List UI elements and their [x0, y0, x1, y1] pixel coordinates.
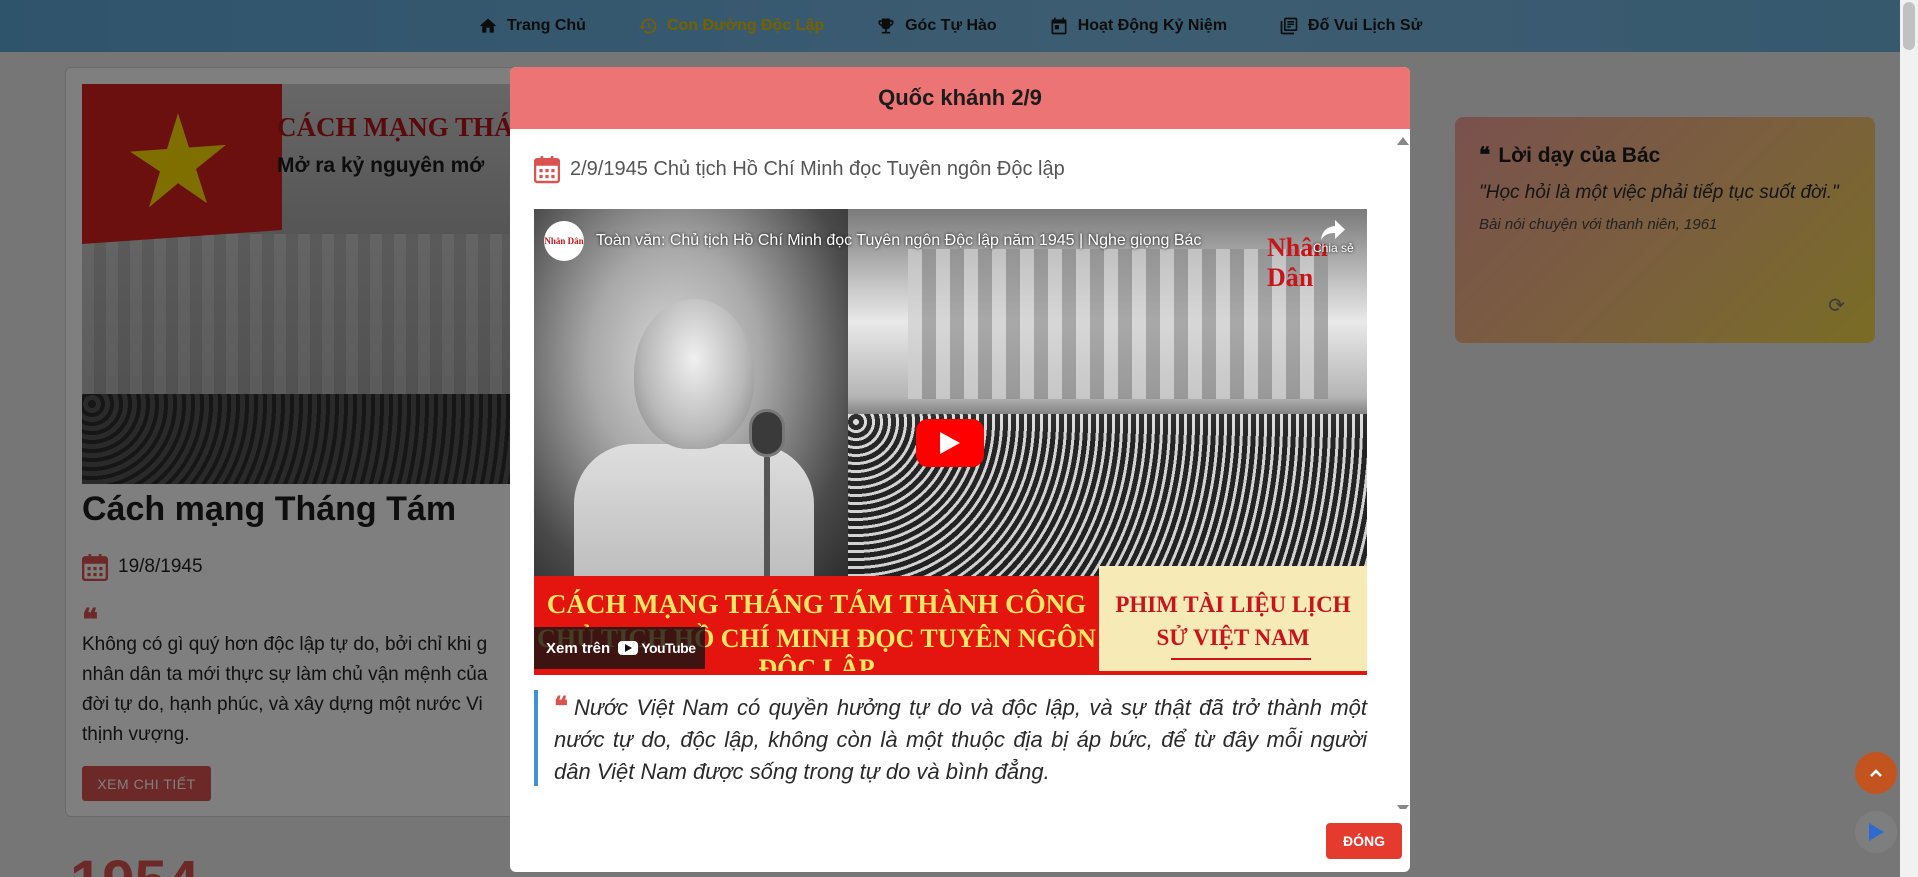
portrait-body	[574, 444, 814, 584]
scrollbar-thumb[interactable]	[1903, 2, 1915, 50]
video-portrait	[534, 209, 848, 584]
declaration-quote-paragraph: ❝ Nước Việt Nam có quyền hưởng tự do và đ…	[554, 690, 1367, 788]
portrait-head	[634, 299, 754, 449]
modal-title: Quốc khánh 2/9	[510, 67, 1410, 129]
series-label: PHIM TÀI LIỆU LỊCH SỬ VIỆT NAM	[1115, 592, 1351, 650]
share-icon	[1321, 220, 1346, 240]
modal-footer: ĐÓNG	[510, 809, 1410, 872]
video-bottom-rule	[534, 671, 1367, 679]
youtube-video-embed[interactable]: CÁCH MẠNG THÁNG TÁM THÀNH CÔNG CHỦ TỊCH …	[534, 209, 1367, 679]
modal-event-line: 2/9/1945 Chủ tịch Hồ Chí Minh đọc Tuyên …	[534, 154, 1065, 184]
youtube-wordmark: YouTube	[641, 640, 696, 656]
quote-mark-icon: ❝	[554, 691, 568, 721]
watch-on-label: Xem trên	[546, 639, 611, 657]
declaration-quote-text: Nước Việt Nam có quyền hưởng tự do và độ…	[554, 695, 1367, 784]
share-label: Chia sẻ	[1313, 241, 1354, 255]
building-columns	[908, 249, 1328, 399]
modal-event-text: 2/9/1945 Chủ tịch Hồ Chí Minh đọc Tuyên …	[570, 157, 1065, 180]
scroll-up-arrow-icon[interactable]	[1397, 137, 1409, 145]
series-banner: PHIM TÀI LIỆU LỊCH SỬ VIỆT NAM	[1099, 566, 1367, 671]
audio-play-button[interactable]	[1855, 811, 1897, 853]
play-icon	[940, 432, 960, 454]
series-underline	[1171, 658, 1311, 660]
youtube-logo: YouTube	[618, 640, 696, 656]
calendar-icon	[534, 156, 560, 184]
declaration-quote: ❝ Nước Việt Nam có quyền hưởng tự do và đ…	[534, 690, 1367, 786]
close-button[interactable]: ĐÓNG	[1326, 823, 1402, 859]
modal-body: 2/9/1945 Chủ tịch Hồ Chí Minh đọc Tuyên …	[510, 129, 1410, 809]
video-title[interactable]: Toàn văn: Chủ tịch Hồ Chí Minh đọc Tuyên…	[596, 232, 1201, 250]
modal-scrollbar[interactable]	[1394, 129, 1410, 809]
video-play-button[interactable]	[916, 419, 984, 467]
page-scrollbar[interactable]	[1900, 0, 1918, 877]
channel-avatar[interactable]: Nhân Dân	[544, 221, 584, 261]
watch-on-youtube-button[interactable]: Xem trên YouTube	[534, 627, 705, 669]
youtube-play-icon	[618, 641, 639, 655]
event-modal: Quốc khánh 2/9 2/9/1945 Chủ tịch Hồ Chí …	[510, 67, 1410, 872]
microphone-stand	[764, 457, 770, 584]
scroll-to-top-button[interactable]	[1855, 752, 1897, 794]
banner-line-1: CÁCH MẠNG THÁNG TÁM THÀNH CÔNG	[546, 589, 1087, 619]
video-title-bar[interactable]: Nhân Dân Toàn văn: Chủ tịch Hồ Chí Minh …	[544, 221, 1201, 261]
microphone-icon	[749, 409, 785, 457]
share-button[interactable]: Chia sẻ	[1313, 219, 1354, 255]
play-icon	[1869, 823, 1884, 841]
chevron-up-icon	[1870, 769, 1882, 777]
